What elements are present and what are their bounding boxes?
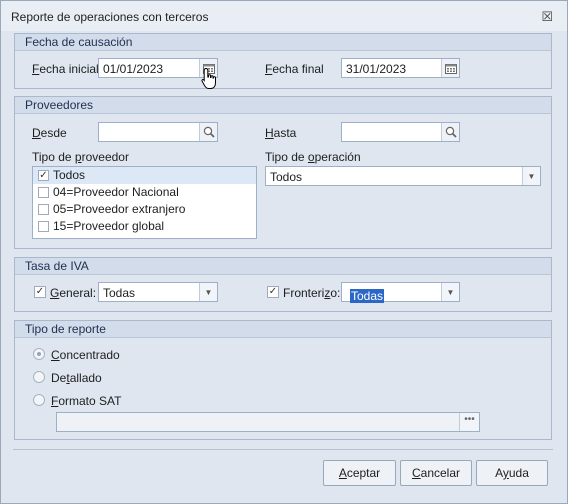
search-icon[interactable] [199,123,217,141]
calendar-icon[interactable] [441,59,459,77]
window-title: Reporte de operaciones con terceros [11,10,209,24]
fronterizo-checkbox[interactable]: ✓ [267,286,279,298]
search-icon[interactable] [441,123,459,141]
formato-path-field[interactable]: ••• [56,412,480,432]
close-icon[interactable]: ☒ [541,9,553,25]
checkbox[interactable]: ✓ [38,170,49,181]
cancelar-button[interactable]: Cancelar [400,460,472,486]
hasta-field[interactable] [341,122,460,142]
list-item[interactable]: 04=Proveedor Nacional [33,184,256,201]
list-item[interactable]: ✓ Todos [33,167,256,184]
desde-label: Desde [32,126,67,140]
fecha-inicial-label: Fecha inicial [32,62,99,76]
fecha-final-label: Fecha final [265,62,324,76]
fecha-final-field[interactable]: 31/01/2023 [341,58,460,78]
group-iva: Tasa de IVA [14,257,552,312]
divider [13,449,553,450]
fronterizo-select[interactable]: Todas ▼ [341,282,460,303]
browse-button[interactable]: ••• [459,413,479,431]
chevron-down-icon[interactable]: ▼ [199,283,217,301]
formato-sat-radio[interactable] [33,394,45,406]
general-checkbox[interactable]: ✓ [34,286,46,298]
concentrado-radio[interactable] [33,348,45,360]
fronterizo-label: Fronterizo: [283,286,341,300]
list-item[interactable]: 15=Proveedor global [33,218,256,235]
list-item[interactable]: 05=Proveedor extranjero [33,201,256,218]
hand-cursor-icon [201,67,216,89]
formato-sat-label: Formato SAT [51,394,122,408]
concentrado-label: Concentrado [51,348,120,362]
tipo-proveedor-label: Tipo de proveedor [32,150,129,164]
title-bar: Reporte de operaciones con terceros ☒ [1,1,567,31]
report-dialog: Reporte de operaciones con terceros ☒ Fe… [0,0,568,504]
selected-text: Todas [350,289,385,303]
detallado-label: Detallado [51,371,102,385]
group-iva-header: Tasa de IVA [15,258,551,275]
hasta-label: Hasta [265,126,297,140]
general-select[interactable]: Todas ▼ [98,282,218,302]
group-reporte-header: Tipo de reporte [15,321,551,338]
chevron-down-icon[interactable]: ▼ [522,167,540,185]
tipo-operacion-label: Tipo de operación [265,150,361,164]
group-fecha-header: Fecha de causación [15,34,551,51]
checkbox[interactable] [38,187,49,198]
checkbox[interactable] [38,204,49,215]
group-proveedores-header: Proveedores [15,97,551,114]
tipo-proveedor-list[interactable]: ✓ Todos 04=Proveedor Nacional 05=Proveed… [32,166,257,239]
detallado-radio[interactable] [33,371,45,383]
general-label: General: [50,286,97,300]
ayuda-button[interactable]: Ayuda [476,460,548,486]
checkbox[interactable] [38,221,49,232]
desde-field[interactable] [98,122,218,142]
aceptar-button[interactable]: Aceptar [323,460,396,486]
chevron-down-icon[interactable]: ▼ [441,283,459,301]
group-fecha: Fecha de causación [14,33,552,89]
tipo-operacion-select[interactable]: Todos ▼ [265,166,541,186]
